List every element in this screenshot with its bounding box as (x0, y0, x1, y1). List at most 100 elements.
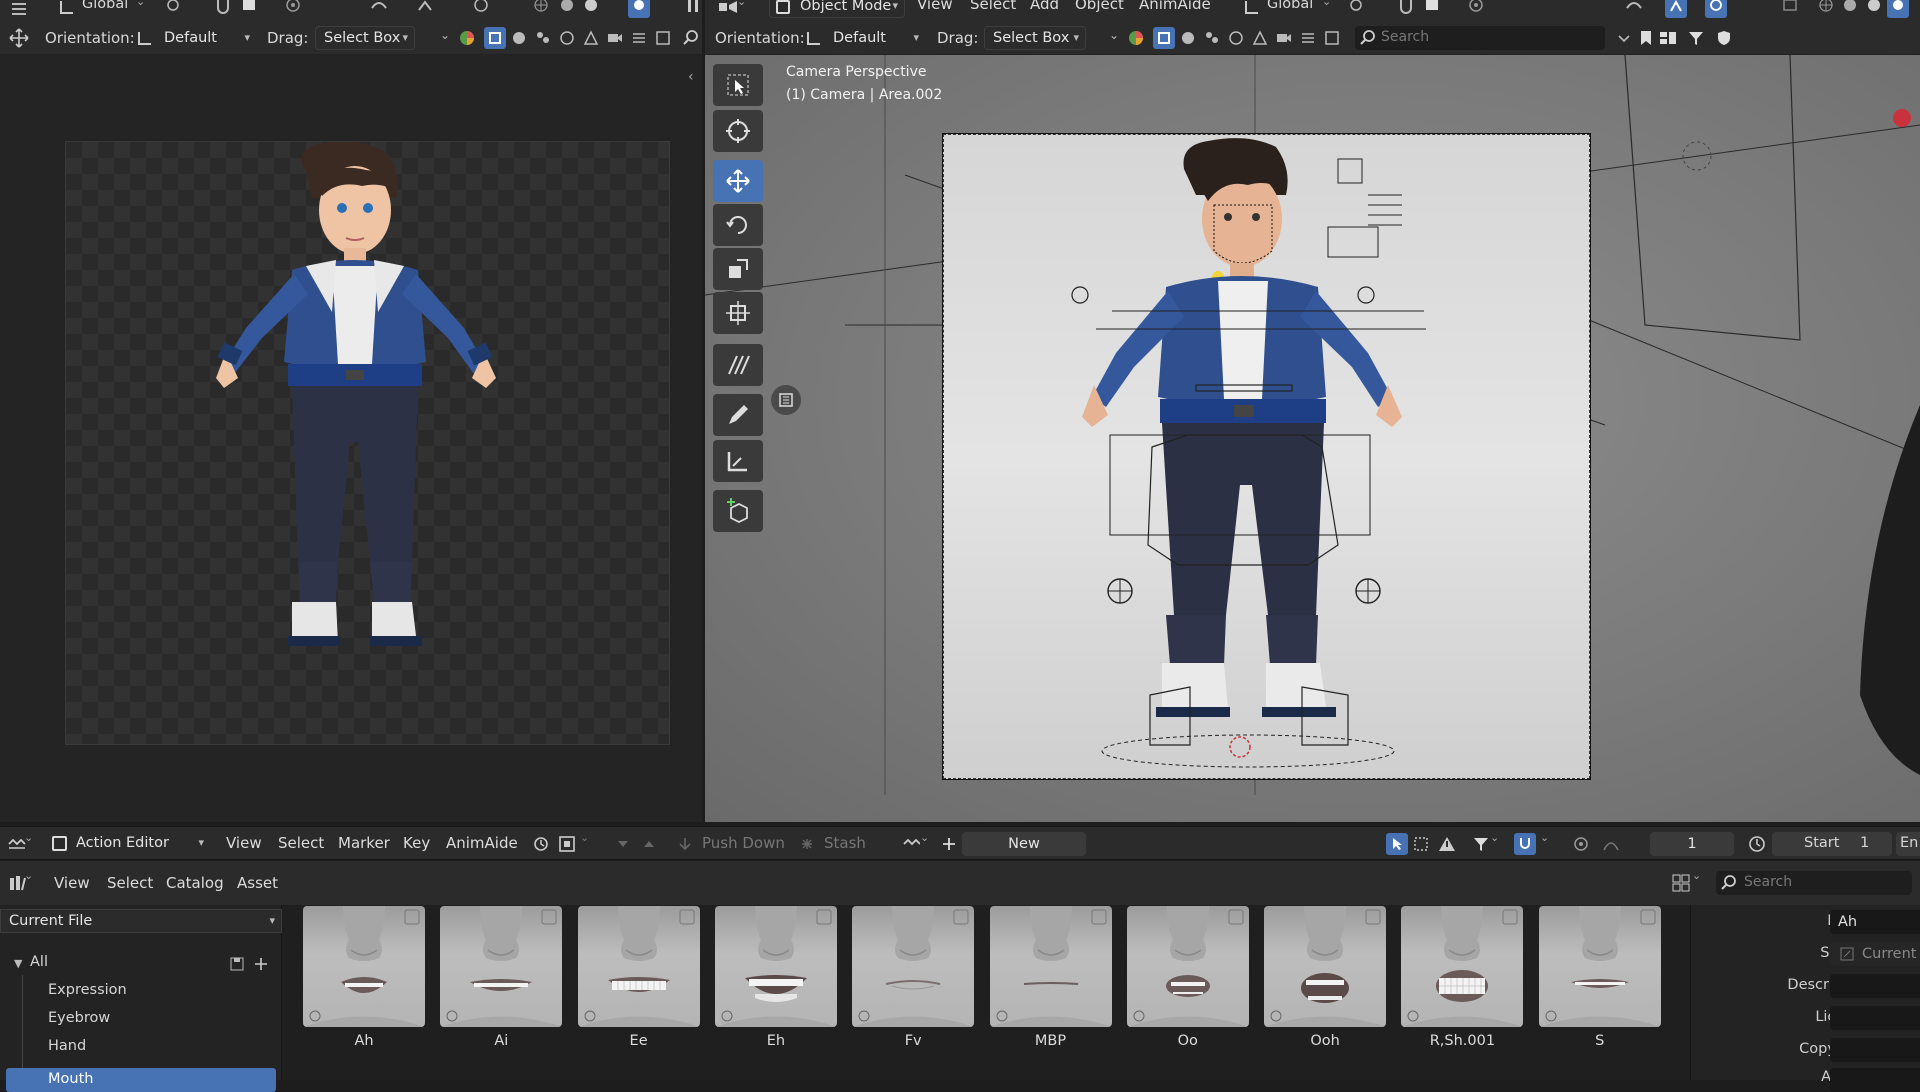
armature-icon[interactable] (1249, 27, 1271, 49)
copyright-field[interactable] (1830, 1038, 1920, 1062)
display-mode-icon[interactable] (1657, 27, 1679, 49)
overlays-icon[interactable] (1705, 0, 1727, 18)
empty-icon[interactable] (628, 27, 650, 49)
menu-view[interactable]: View (226, 834, 262, 852)
license-field[interactable] (1830, 1006, 1920, 1030)
add-catalog-icon[interactable] (250, 953, 272, 975)
asset-thumbnail[interactable] (440, 906, 563, 1027)
sphere-icon[interactable] (1177, 27, 1199, 49)
search-input[interactable]: Search (1355, 26, 1605, 50)
annotate-tool[interactable] (713, 344, 763, 386)
record-icon[interactable] (1893, 109, 1911, 127)
bookmark-icon[interactable] (1635, 27, 1657, 49)
particles-icon[interactable] (532, 27, 554, 49)
chevron-down-icon[interactable]: ⌄ (440, 28, 450, 42)
chevron-down-icon[interactable]: ⌄ (1490, 831, 1499, 844)
overlay-icon[interactable] (368, 0, 390, 18)
end-frame-field[interactable]: En (1896, 832, 1920, 856)
menu-marker[interactable]: Marker (338, 834, 390, 852)
pause-icon[interactable] (682, 0, 704, 18)
menu-object[interactable]: Object (1075, 0, 1124, 13)
editor-mode-dropdown[interactable]: Action Editor ▾ (46, 832, 210, 856)
snapping-icon[interactable] (1514, 833, 1536, 855)
snap-target-icon[interactable] (238, 0, 260, 18)
xray-icon[interactable] (1779, 0, 1801, 18)
move-gizmo-icon[interactable] (8, 27, 30, 49)
snap-icon[interactable] (1395, 0, 1417, 18)
menu-animaide[interactable]: AnimAide (446, 834, 518, 852)
empty-icon[interactable] (1297, 27, 1319, 49)
move-tool[interactable] (713, 160, 763, 202)
drag-dropdown[interactable]: Select Box ▾ (984, 26, 1086, 50)
shield-icon[interactable] (1713, 27, 1735, 49)
asset-thumbnail[interactable] (852, 906, 975, 1027)
transform-tool[interactable] (713, 292, 763, 334)
menu-animaide[interactable]: AnimAide (1139, 0, 1211, 13)
current-frame-field[interactable]: 1 (1650, 832, 1734, 856)
menu-icon[interactable] (8, 0, 30, 20)
light-icon[interactable] (652, 27, 674, 49)
chevron-down-icon[interactable]: ⌄ (1109, 28, 1119, 42)
shading-solid-icon[interactable] (1839, 0, 1861, 18)
asset-thumbnail[interactable] (714, 906, 837, 1027)
chevron-down-icon[interactable]: ⌄ (24, 831, 33, 844)
collapse-arrow-icon[interactable]: ‹ (688, 69, 694, 85)
camera-icon[interactable] (604, 27, 626, 49)
catalog-hand[interactable]: Hand (48, 1038, 86, 1054)
particles-icon[interactable] (1201, 27, 1223, 49)
chevron-down-icon[interactable]: ⌄ (136, 0, 145, 8)
menu-catalog[interactable]: Catalog (166, 874, 224, 892)
new-action-button[interactable]: New (962, 832, 1086, 856)
proportional-edit-icon[interactable] (282, 0, 304, 18)
catalog-eyebrow[interactable]: Eyebrow (48, 1010, 110, 1026)
chevron-down-icon[interactable]: ⌄ (24, 869, 33, 882)
shading-rendered-icon[interactable] (628, 0, 650, 18)
snap-icon[interactable] (212, 0, 234, 18)
asset-thumbnail[interactable] (1264, 906, 1387, 1027)
overlay-icon[interactable] (1623, 0, 1645, 18)
proportional-edit-icon[interactable] (1465, 0, 1487, 18)
chevron-down-icon[interactable]: ⌄ (1540, 831, 1549, 844)
orientation-dropdown[interactable]: Default ▾ (156, 27, 256, 51)
frame-icon[interactable] (1410, 833, 1432, 855)
menu-asset[interactable]: Asset (237, 874, 278, 892)
pencil-tool[interactable] (713, 394, 763, 436)
search-icon[interactable] (680, 27, 702, 49)
add-cube-tool[interactable] (713, 490, 763, 532)
pivot-icon[interactable] (1345, 0, 1367, 18)
filter-icon[interactable] (1470, 833, 1492, 855)
clock-icon[interactable] (1746, 833, 1768, 855)
shading-material-icon[interactable] (580, 0, 602, 18)
description-field[interactable] (1830, 974, 1920, 998)
transform-label[interactable]: Global (82, 0, 128, 12)
chevron-down-icon[interactable]: ⌄ (1322, 0, 1331, 8)
mode-dropdown[interactable]: Object Mode ▾ (769, 0, 905, 18)
action-up-icon[interactable] (638, 833, 660, 855)
cursor-tool[interactable] (713, 110, 763, 152)
transform-orientation-icon[interactable] (1241, 0, 1263, 18)
action-down-icon[interactable] (612, 833, 634, 855)
cursor-select-icon[interactable] (1386, 833, 1408, 855)
gizmo-icon[interactable] (1665, 0, 1687, 18)
name-field[interactable]: Ah (1830, 910, 1920, 934)
gizmo-icon[interactable] (414, 0, 436, 18)
author-field[interactable] (1830, 1068, 1920, 1092)
shading-solid-icon[interactable] (556, 0, 578, 18)
asset-thumbnail[interactable] (1401, 906, 1524, 1027)
asset-thumbnail[interactable] (989, 906, 1112, 1027)
catalog-expression[interactable]: Expression (48, 982, 127, 998)
shading-material-icon[interactable] (1863, 0, 1885, 18)
menu-select[interactable]: Select (107, 874, 153, 892)
action-browse-icon[interactable] (900, 833, 922, 855)
chevron-down-icon[interactable]: ⌄ (580, 831, 589, 844)
select-box-tool[interactable] (713, 64, 763, 106)
catalog-mouth-selected[interactable]: Mouth (6, 1068, 276, 1092)
editor-type-icon[interactable] (717, 0, 739, 18)
shading-wire-icon[interactable] (1815, 0, 1837, 18)
chevron-down-icon[interactable]: ⌄ (920, 831, 929, 844)
armature-icon[interactable] (580, 27, 602, 49)
start-frame-field[interactable]: Start 1 (1772, 832, 1892, 856)
menu-key[interactable]: Key (403, 834, 430, 852)
physics-icon[interactable] (1225, 27, 1247, 49)
chevron-down-icon[interactable]: ⌄ (737, 0, 746, 8)
